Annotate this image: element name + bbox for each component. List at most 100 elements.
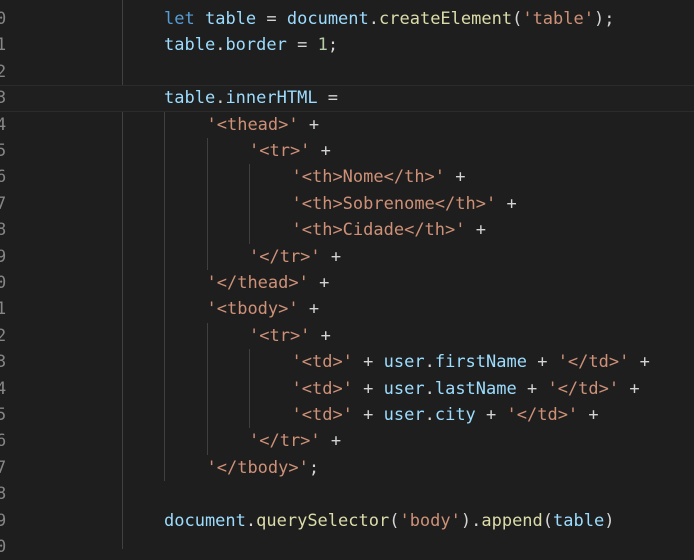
code-token: + xyxy=(352,405,384,425)
code-text: '</tr>' + xyxy=(249,244,341,270)
line-number: 6 xyxy=(0,431,6,452)
code-text: '</thead>' + xyxy=(207,270,330,296)
code-line[interactable]: 4 '<thead>' + xyxy=(0,112,694,138)
line-number: 8 xyxy=(0,220,6,241)
code-line[interactable]: 6 '<th>Nome</th>' + xyxy=(0,164,694,190)
code-token: ; xyxy=(327,35,339,56)
code-token: '</thead>' xyxy=(206,273,309,293)
code-token: + xyxy=(465,220,486,241)
code-line[interactable]: 5 '<td>' + user.city + '</td>' + xyxy=(0,402,694,428)
code-token: table xyxy=(164,88,216,109)
code-token: '<tr>' xyxy=(249,325,311,346)
code-token: '<tbody>' xyxy=(206,299,299,320)
code-token: + xyxy=(298,299,320,320)
line-number: 2 xyxy=(0,325,6,346)
code-line[interactable]: 9 document.querySelector('body').append(t… xyxy=(0,508,694,534)
code-token: 'body' xyxy=(399,510,461,531)
code-token: border xyxy=(225,35,287,56)
code-line[interactable]: 0 '</thead>' + xyxy=(0,270,694,296)
code-text: table.innerHTML = xyxy=(164,85,338,111)
line-number: 0 xyxy=(0,273,6,293)
line-number: 1 xyxy=(0,299,6,320)
code-token: . xyxy=(215,35,226,56)
code-text: '<td>' + user.firstName + '</td>' + xyxy=(292,349,650,375)
code-text: '<thead>' + xyxy=(207,112,320,138)
code-text: '<th>Sobrenome</th>' + xyxy=(292,191,517,217)
code-token: '<thead>' xyxy=(206,114,299,135)
line-number: 1 xyxy=(0,35,6,56)
code-token: . xyxy=(424,378,435,399)
line-number: 5 xyxy=(0,405,6,425)
code-line[interactable]: 8 '<th>Cidade</th>' + xyxy=(0,217,694,243)
code-token: createElement xyxy=(379,9,513,29)
code-token: + xyxy=(629,352,650,373)
code-token: '</tr>' xyxy=(249,431,321,452)
code-token: = xyxy=(317,88,339,109)
line-number: 9 xyxy=(0,510,6,531)
code-token: = xyxy=(286,35,318,56)
code-token: '<td>' xyxy=(291,352,353,373)
code-line[interactable]: 6 '</tr>' + xyxy=(0,428,694,454)
code-token: firstName xyxy=(434,352,527,373)
code-token: ( xyxy=(389,510,400,531)
code-token: '</td>' xyxy=(557,352,630,373)
code-text: document.querySelector('body').append(ta… xyxy=(164,508,614,534)
code-line[interactable]: 0 let table = document.createElement('tab… xyxy=(0,6,694,32)
code-text: '<td>' + user.city + '</td>' + xyxy=(292,402,599,428)
code-line[interactable]: 2 '<tr>' + xyxy=(0,323,694,349)
code-token: + xyxy=(619,378,640,399)
code-token: ; xyxy=(308,457,320,478)
code-token: user xyxy=(383,378,425,399)
code-token: + xyxy=(352,378,384,399)
line-number: 7 xyxy=(0,193,6,214)
code-text: let table = document.createElement('tabl… xyxy=(164,6,614,32)
code-token: querySelector xyxy=(256,510,390,531)
code-token: document xyxy=(286,9,369,29)
code-token: '<td>' xyxy=(291,405,353,425)
code-token: '<th>Sobrenome</th>' xyxy=(291,193,497,214)
code-token: '</td>' xyxy=(506,405,579,425)
code-line[interactable]: 8 xyxy=(0,481,694,507)
code-line[interactable]: 0 xyxy=(0,534,694,560)
code-token: '<th>Nome</th>' xyxy=(291,167,446,188)
code-line[interactable]: 9 '</tr>' + xyxy=(0,244,694,270)
code-token: ) xyxy=(604,510,615,531)
line-number: 7 xyxy=(0,457,6,478)
code-text: '</tr>' + xyxy=(249,428,341,454)
code-line[interactable]: 2 xyxy=(0,59,694,85)
code-token: + xyxy=(310,325,331,346)
code-editor[interactable]: 0 let table = document.createElement('tab… xyxy=(0,0,694,557)
line-number: 0 xyxy=(0,9,6,29)
code-token: . xyxy=(368,9,380,29)
code-token: city xyxy=(434,405,476,425)
line-number: 8 xyxy=(0,484,6,505)
code-token: '</tr>' xyxy=(249,246,321,267)
line-number: 3 xyxy=(0,88,6,109)
code-line[interactable]: 3 table.innerHTML = xyxy=(0,85,694,112)
line-number: 5 xyxy=(0,141,6,161)
code-line[interactable]: 3 '<td>' + user.firstName + '</td>' + xyxy=(0,349,694,375)
code-token: ( xyxy=(542,510,554,531)
line-number: 6 xyxy=(0,167,6,188)
line-number: 0 xyxy=(0,537,6,557)
code-line[interactable]: 1 '<tbody>' + xyxy=(0,296,694,322)
code-token: + xyxy=(308,273,330,293)
code-text: '<th>Cidade</th>' + xyxy=(292,217,486,243)
code-token: table xyxy=(553,510,605,531)
line-number: 4 xyxy=(0,114,6,135)
line-number: 9 xyxy=(0,246,6,267)
code-line[interactable]: 1 table.border = 1; xyxy=(0,32,694,58)
code-token: '</td>' xyxy=(547,378,620,399)
code-line[interactable]: 5 '<tr>' + xyxy=(0,138,694,164)
line-number: 2 xyxy=(0,61,6,82)
code-token: + xyxy=(320,246,342,267)
code-line[interactable]: 7 '</tbody>'; xyxy=(0,455,694,481)
code-line[interactable]: 7 '<th>Sobrenome</th>' + xyxy=(0,191,694,217)
code-token: ). xyxy=(460,510,482,531)
code-token: document xyxy=(164,510,246,531)
code-token: + xyxy=(526,352,558,373)
code-text: '<tr>' + xyxy=(249,138,331,164)
code-text: table.border = 1; xyxy=(164,32,338,58)
code-line[interactable]: 4 '<td>' + user.lastName + '</td>' + xyxy=(0,376,694,402)
